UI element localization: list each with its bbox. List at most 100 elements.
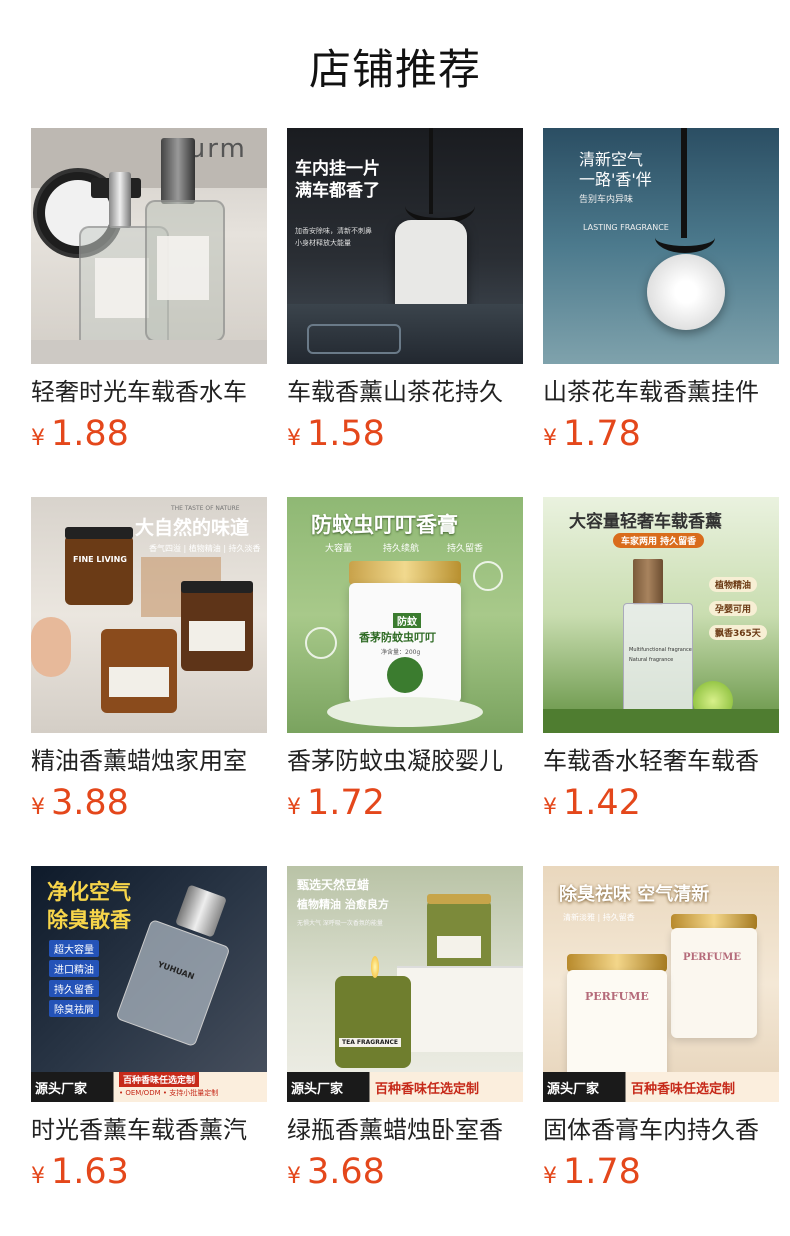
image-text: 告别车内异味: [579, 195, 634, 205]
currency-symbol: ¥: [31, 426, 45, 451]
product-image[interactable]: sturm: [31, 128, 267, 364]
product-price: ¥1.88: [31, 414, 267, 454]
page-title: 店铺推荐: [308, 45, 481, 94]
product-card[interactable]: 车内挂一片 满车都香了 加香安除味，清新不刺鼻 小身材释放大能量 车载香薰山茶花…: [287, 128, 523, 454]
product-image[interactable]: 车内挂一片 满车都香了 加香安除味，清新不刺鼻 小身材释放大能量: [287, 128, 523, 364]
currency-symbol: ¥: [543, 1164, 557, 1189]
jar-label: FINE LIVING: [73, 555, 127, 564]
product-card[interactable]: 甄选天然豆蜡 植物精油 治愈良方 无惧大气 深呼吸一次香氛的能量 TEA FRA…: [287, 866, 523, 1192]
feature-tag: 进口精油: [49, 960, 99, 977]
currency-symbol: ¥: [543, 426, 557, 451]
price-value: 1.78: [563, 414, 641, 454]
price-value: 1.63: [51, 1152, 129, 1192]
product-price: ¥3.88: [31, 783, 267, 823]
product-price: ¥1.63: [31, 1152, 267, 1192]
currency-symbol: ¥: [287, 1164, 301, 1189]
currency-symbol: ¥: [31, 795, 45, 820]
product-card[interactable]: 净化空气 除臭散香 超大容量 进口精油 持久留香 除臭祛屑 YUHUAN 源头厂…: [31, 866, 267, 1192]
price-value: 1.72: [307, 783, 385, 823]
product-price: ¥1.78: [543, 1152, 779, 1192]
image-text: 净化空气: [47, 880, 131, 904]
product-image[interactable]: 清新空气 一路'香'伴 告别车内异味 LASTING FRAGRANCE: [543, 128, 779, 364]
candle-jar-icon: [335, 976, 411, 1068]
brand-label: 源头厂家: [291, 1082, 344, 1097]
image-text: 一路'香'伴: [579, 170, 652, 189]
currency-symbol: ¥: [543, 795, 557, 820]
price-value: 3.68: [307, 1152, 385, 1192]
product-price: ¥1.78: [543, 414, 779, 454]
product-image[interactable]: THE TASTE OF NATURE 大自然的味道 香气四溢 | 植物精油 |…: [31, 497, 267, 733]
product-price: ¥1.42: [543, 783, 779, 823]
product-image[interactable]: 除臭祛味 空气清新 清新淡雅 | 持久留香 PERFUME PERFUME 源头…: [543, 866, 779, 1102]
product-card[interactable]: THE TASTE OF NATURE 大自然的味道 香气四溢 | 植物精油 |…: [31, 497, 267, 823]
image-text: 甄选天然豆蜡: [297, 878, 370, 892]
feature-tag: 除臭祛屑: [49, 1000, 99, 1017]
currency-symbol: ¥: [287, 795, 301, 820]
currency-symbol: ¥: [31, 1164, 45, 1189]
image-text: 香气四溢 | 植物精油 | 持久淡香: [149, 544, 261, 553]
camellia-icon: [647, 254, 725, 330]
product-name[interactable]: 香茅防蚊虫凝胶婴儿: [287, 743, 523, 779]
banner-text: 百种香味任选定制: [631, 1082, 736, 1097]
image-text: 孕婴可用: [709, 601, 758, 616]
product-name[interactable]: 山茶花车载香薰挂件: [543, 374, 779, 410]
product-image[interactable]: 大容量轻奢车载香薰 车家两用 持久留香 Multifunctional frag…: [543, 497, 779, 733]
price-value: 1.42: [563, 783, 641, 823]
jar-label: 净含量：200g: [381, 649, 421, 656]
product-card[interactable]: 除臭祛味 空气清新 清新淡雅 | 持久留香 PERFUME PERFUME 源头…: [543, 866, 779, 1192]
price-value: 3.88: [51, 783, 129, 823]
image-text: 除臭祛味 空气清新: [559, 884, 710, 905]
image-text: LASTING FRAGRANCE: [583, 223, 669, 232]
product-card[interactable]: 防蚊虫叮叮香膏 大容量 持久续航 持久留香 防蚊 香茅防蚊虫叮叮 净含量：200…: [287, 497, 523, 823]
image-text: 大自然的味道: [135, 517, 250, 539]
image-text: 大容量: [325, 544, 353, 554]
image-text: 大容量轻奢车载香薰: [569, 512, 722, 532]
product-name[interactable]: 车载香薰山茶花持久: [287, 374, 523, 410]
image-text: 除臭散香: [47, 908, 131, 932]
product-name[interactable]: 时光香薰车载香薰汽: [31, 1112, 267, 1148]
image-text: 加香安除味，清新不刺鼻: [295, 227, 372, 235]
currency-symbol: ¥: [287, 426, 301, 451]
product-name[interactable]: 固体香膏车内持久香: [543, 1112, 779, 1148]
image-text: 无惧大气 深呼吸一次香氛的能量: [297, 920, 383, 927]
price-value: 1.78: [563, 1152, 641, 1192]
product-price: ¥1.72: [287, 783, 523, 823]
product-card[interactable]: sturm 轻奢时光车载香水车 ¥1.88: [31, 128, 267, 454]
banner-text: • OEM/ODM • 支持小批量定制: [119, 1089, 219, 1097]
banner-text: 百种香味任选定制: [119, 1072, 200, 1087]
image-text: 防蚊虫叮叮香膏: [311, 513, 458, 537]
brand-label: 源头厂家: [547, 1082, 600, 1097]
feature-tag: 超大容量: [49, 940, 99, 957]
product-image[interactable]: 防蚊虫叮叮香膏 大容量 持久续航 持久留香 防蚊 香茅防蚊虫叮叮 净含量：200…: [287, 497, 523, 733]
jar-label: PERFUME: [683, 952, 741, 963]
jar-label: TEA FRAGRANCE: [339, 1038, 401, 1047]
perfume-bottle-icon: [115, 918, 231, 1048]
perfume-bottle-icon: [623, 603, 693, 723]
jar-label: 防蚊: [393, 613, 421, 628]
product-image[interactable]: 甄选天然豆蜡 植物精油 治愈良方 无惧大气 深呼吸一次香氛的能量 TEA FRA…: [287, 866, 523, 1102]
image-text: 持久留香: [447, 544, 484, 554]
image-text: 小身材释放大能量: [295, 239, 351, 247]
bottle-label: Natural fragrance: [629, 657, 674, 663]
bottle-label: Multifunctional fragrance: [629, 647, 692, 653]
price-value: 1.88: [51, 414, 129, 454]
image-text: 飘香365天: [709, 625, 767, 640]
product-name[interactable]: 精油香薰蜡烛家用室: [31, 743, 267, 779]
jar-label: PERFUME: [585, 990, 649, 1003]
image-text: 清新淡雅 | 持久留香: [563, 913, 635, 922]
price-value: 1.58: [307, 414, 385, 454]
image-text: 植物精油: [709, 577, 758, 592]
product-card[interactable]: 清新空气 一路'香'伴 告别车内异味 LASTING FRAGRANCE 山茶花…: [543, 128, 779, 454]
product-name[interactable]: 轻奢时光车载香水车: [31, 374, 267, 410]
product-card[interactable]: 大容量轻奢车载香薰 车家两用 持久留香 Multifunctional frag…: [543, 497, 779, 823]
image-text: 植物精油 治愈良方: [297, 898, 389, 911]
jar-label: 香茅防蚊虫叮叮: [359, 631, 436, 644]
product-name[interactable]: 车载香水轻奢车载香: [543, 743, 779, 779]
product-name[interactable]: 绿瓶香薰蜡烛卧室香: [287, 1112, 523, 1148]
image-text: THE TASTE OF NATURE: [171, 505, 240, 512]
product-image[interactable]: 净化空气 除臭散香 超大容量 进口精油 持久留香 除臭祛屑 YUHUAN 源头厂…: [31, 866, 267, 1102]
product-price: ¥3.68: [287, 1152, 523, 1192]
image-text: 车家两用 持久留香: [613, 533, 705, 548]
banner-text: 百种香味任选定制: [375, 1082, 480, 1097]
brand-label: 源头厂家: [35, 1082, 88, 1097]
